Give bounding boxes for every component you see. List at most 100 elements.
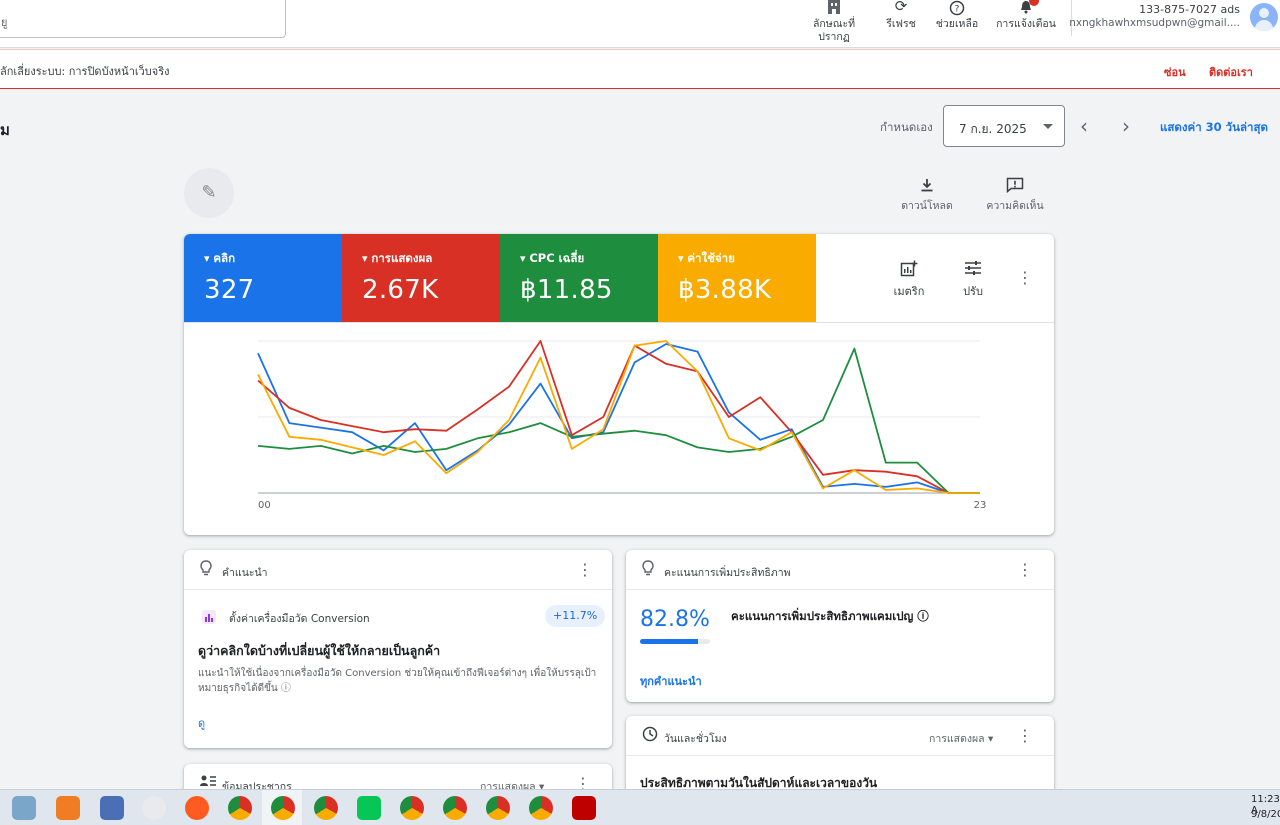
recommendation-description: แนะนำให้ใช้เนื่องจากเครื่องมือวัด Conver… xyxy=(198,668,597,694)
avatar[interactable] xyxy=(1250,3,1278,31)
card-header: คะแนนการเพิ่มประสิทธิภาพ ⋮ xyxy=(626,550,1054,590)
metrics-label: เมตริก xyxy=(893,285,925,298)
bell-icon xyxy=(991,0,1061,18)
score-uplift-badge: +11.7% xyxy=(545,605,606,627)
filezilla-icon[interactable] xyxy=(572,796,596,820)
card-header: วันและชั่วโมง การแสดงผล ▾ ⋮ xyxy=(626,716,1054,756)
chrome-icon[interactable] xyxy=(271,796,295,820)
appearance-label: ลักษณะที่ปรากฏ xyxy=(812,18,855,43)
chrome-icon[interactable] xyxy=(443,796,467,820)
date-range-value: 7 ก.ย. 2025 xyxy=(959,122,1027,136)
feedback-icon xyxy=(975,177,1055,197)
help-button[interactable]: ? ช่วยเหลือ xyxy=(922,0,992,31)
card-title: วันและชั่วโมง xyxy=(664,733,727,745)
metrics-button[interactable]: เมตริก xyxy=(884,260,934,300)
chrome-icon[interactable] xyxy=(314,796,338,820)
metric-value: 2.67K xyxy=(362,275,439,305)
metric-avg-cpc[interactable]: CPC เฉลี่ย ฿11.85 xyxy=(500,234,658,322)
metric-clicks[interactable]: คลิก 327 xyxy=(184,234,342,322)
account-email[interactable]: nxngkhawhxmsudpwn@gmail.... xyxy=(1069,17,1240,29)
recommendation-heading: ดูว่าคลิกใดบ้างที่เปลี่ยนผู้ใช้ให้กลายเป… xyxy=(198,643,441,658)
optimization-score-label: คะแนนการเพิ่มประสิทธิภาพแคมเปญ ⓘ xyxy=(731,609,929,623)
browser-icon[interactable] xyxy=(185,796,209,820)
chrome-icon[interactable] xyxy=(228,796,252,820)
card-header: คำแนะนำ ⋮ xyxy=(184,550,612,590)
all-recommendations-link[interactable]: ทุกคำแนะนำ xyxy=(640,672,702,690)
hide-alert-link[interactable]: ซ่อน xyxy=(1164,63,1186,81)
metric-label: CPC เฉลี่ย xyxy=(520,250,658,268)
network-app-icon[interactable] xyxy=(100,796,124,820)
optimization-score-bar xyxy=(640,639,710,644)
adjust-label: ปรับ xyxy=(963,285,983,298)
metric-value: ฿11.85 xyxy=(520,275,613,305)
os-taskbar: 11:23 A 9/8/20 xyxy=(0,789,1280,825)
more-options-icon[interactable]: ⋮ xyxy=(1015,726,1035,745)
metric-label: ค่าใช้จ่าย xyxy=(678,250,816,268)
building-icon xyxy=(799,0,869,18)
metric-value: ฿3.88K xyxy=(678,275,772,305)
add-chart-icon xyxy=(884,260,934,282)
pencil-icon: ✎ xyxy=(201,182,217,203)
more-options-icon[interactable]: ⋮ xyxy=(575,560,595,579)
refresh-label: รีเฟรช xyxy=(886,18,916,30)
help-label: ช่วยเหลือ xyxy=(935,18,979,30)
notifications-button[interactable]: การแจ้งเตือน xyxy=(991,0,1061,31)
card-title: คำแนะนำ xyxy=(222,567,268,579)
chrome-icon[interactable] xyxy=(486,796,510,820)
caret-down-icon xyxy=(1043,124,1053,129)
contact-us-link[interactable]: ติดต่อเรา xyxy=(1209,63,1253,81)
chevron-left-icon[interactable]: ‹ xyxy=(1080,114,1088,138)
metric-dropdown[interactable]: การแสดงผล ▾ xyxy=(929,730,993,747)
file-explorer-icon[interactable] xyxy=(12,796,36,820)
optimization-score-bar-fill xyxy=(640,639,698,644)
download-button[interactable]: ดาวน์โหลด xyxy=(887,177,967,214)
tune-icon xyxy=(948,260,998,282)
lightbulb-icon xyxy=(200,560,212,580)
optimization-score-value: 82.8% xyxy=(640,607,710,632)
metric-value: 327 xyxy=(204,275,255,305)
app-store-icon[interactable] xyxy=(142,796,166,820)
feedback-button[interactable]: ความคิดเห็น xyxy=(975,177,1055,214)
metric-cost[interactable]: ค่าใช้จ่าย ฿3.88K xyxy=(658,234,816,322)
performance-card: คลิก 327 การแสดงผล 2.67K CPC เฉลี่ย ฿11.… xyxy=(184,234,1054,535)
appearance-button[interactable]: ลักษณะที่ปรากฏ xyxy=(799,0,869,44)
help-icon: ? xyxy=(922,0,992,18)
clock-icon xyxy=(642,726,658,746)
view-recommendation-link[interactable]: ดู xyxy=(198,714,205,732)
x-tick-label: 23 xyxy=(974,500,987,511)
lightbulb-icon xyxy=(642,560,654,580)
more-options-icon[interactable]: ⋮ xyxy=(1015,268,1035,287)
card-title: คะแนนการเพิ่มประสิทธิภาพ xyxy=(664,567,791,579)
more-options-icon[interactable]: ⋮ xyxy=(1015,560,1035,579)
alert-text: ลักเลี่ยงระบบ: การปิดบังหน้าเว็บจริง xyxy=(0,65,170,78)
metric-impressions[interactable]: การแสดงผล 2.67K xyxy=(342,234,500,322)
recommendation-type: ตั้งค่าเครื่องมือวัด Conversion xyxy=(229,613,370,625)
chrome-icon[interactable] xyxy=(400,796,424,820)
date-range-label: กำหนดเอง xyxy=(880,120,933,134)
x-tick-label: 00 xyxy=(258,500,271,511)
bar-chart-icon xyxy=(202,609,216,624)
edit-overview-button[interactable]: ✎ xyxy=(184,168,234,218)
performance-line-chart: 00 23 xyxy=(257,340,987,511)
clock-date: 9/8/20 xyxy=(1251,809,1280,820)
xampp-icon[interactable] xyxy=(56,796,80,820)
notification-badge xyxy=(1029,0,1039,6)
policy-alert-banner: ลักเลี่ยงระบบ: การปิดบังหน้าเว็บจริง ซ่อ… xyxy=(0,49,1280,89)
download-icon xyxy=(887,177,967,197)
chrome-icon[interactable] xyxy=(529,796,553,820)
metric-label: คลิก xyxy=(204,250,342,268)
search-input[interactable]: ยู xyxy=(0,0,286,38)
svg-text:?: ? xyxy=(955,5,960,15)
feedback-label: ความคิดเห็น xyxy=(986,200,1044,212)
date-range-select[interactable]: 7 ก.ย. 2025 xyxy=(943,105,1065,147)
metric-label: การแสดงผล xyxy=(362,250,500,268)
notifications-label: การแจ้งเตือน xyxy=(996,18,1056,30)
recommendations-card: คำแนะนำ ⋮ ตั้งค่าเครื่องมือวัด Conversio… xyxy=(184,550,612,748)
show-last-30-days-link[interactable]: แสดงค่า 30 วันล่าสุด xyxy=(1160,119,1268,137)
top-bar: ยู ลักษณะที่ปรากฏ ⟳ รีเฟรช ? ช่วยเหลือ ก… xyxy=(0,0,1280,48)
line-app-icon[interactable] xyxy=(357,796,381,820)
chevron-right-icon[interactable]: › xyxy=(1122,114,1130,138)
adjust-button[interactable]: ปรับ xyxy=(948,260,998,300)
download-label: ดาวน์โหลด xyxy=(901,200,953,212)
page-title: ม xyxy=(0,121,10,139)
